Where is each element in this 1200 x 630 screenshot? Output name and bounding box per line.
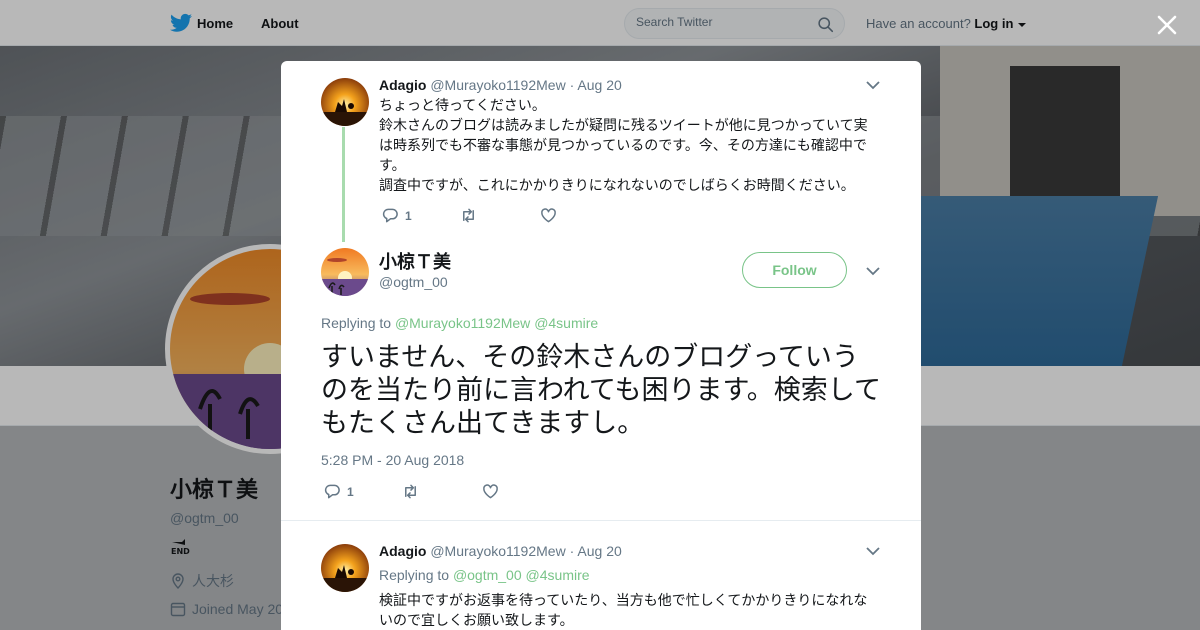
tweet-author-name[interactable]: Adagio	[379, 77, 426, 93]
like-button[interactable]	[540, 207, 557, 224]
retweet-button[interactable]	[402, 483, 482, 500]
chevron-down-icon[interactable]	[866, 80, 880, 90]
close-icon[interactable]	[1154, 12, 1180, 38]
tweet-author-name[interactable]: 小椋Ｔ美	[379, 248, 451, 274]
reply-icon[interactable]	[382, 207, 399, 224]
tweet-separator: ·	[569, 77, 575, 93]
tweet-text: 検証中ですがお返事を待っていたり、当方も他で忙しくてかかりきりになれないので宜し…	[379, 592, 868, 628]
mention-link[interactable]: @ogtm_00	[453, 567, 522, 583]
main-tweet-text: すいません、その鈴木さんのブログっていうのを当たり前に言われても困ります。検索し…	[321, 342, 881, 438]
chevron-down-icon[interactable]	[866, 266, 880, 276]
reply-icon[interactable]	[324, 483, 341, 500]
replying-to-label: Replying to	[379, 567, 450, 583]
retweet-icon[interactable]	[460, 207, 477, 224]
tweet-header: Adagio @Murayoko1192Mew · Aug 20	[379, 543, 622, 559]
reply-button[interactable]: 1	[324, 483, 402, 500]
tweet-actions: 1	[382, 207, 557, 224]
replying-to: Replying to @Murayoko1192Mew @4sumire	[321, 315, 598, 331]
tweet-author-handle[interactable]: @Murayoko1192Mew	[430, 77, 565, 93]
tweet-avatar-adagio[interactable]	[321, 544, 369, 592]
tweet-avatar-adagio[interactable]	[321, 78, 369, 126]
heart-icon[interactable]	[540, 207, 557, 224]
chevron-down-icon[interactable]	[866, 546, 880, 556]
mention-link[interactable]: @4sumire	[534, 315, 598, 331]
retweet-icon[interactable]	[402, 483, 419, 500]
tweet-text-line: 鈴木さんのブログは読みましたが疑問に残るツイートが他に見つかっていて実は時系列で…	[379, 117, 868, 173]
reply-count: 1	[405, 208, 412, 223]
retweet-button[interactable]	[460, 207, 540, 224]
follow-button[interactable]: Follow	[742, 252, 847, 288]
tweet-actions: 1	[324, 483, 499, 500]
tweet-permalink-modal: Adagio @Murayoko1192Mew · Aug 20 ちょっと待って…	[281, 61, 921, 630]
tweet-separator: ·	[569, 543, 575, 559]
mention-link[interactable]: @4sumire	[526, 567, 590, 583]
tweet-timestamp[interactable]: 5:28 PM - 20 Aug 2018	[321, 452, 464, 468]
reply-button[interactable]: 1	[382, 207, 460, 224]
tweet-author-name[interactable]: Adagio	[379, 543, 426, 559]
heart-icon[interactable]	[482, 483, 499, 500]
tweet-author-handle[interactable]: @Murayoko1192Mew	[430, 543, 565, 559]
replying-to: Replying to @ogtm_00 @4sumire	[379, 567, 590, 583]
reply-count: 1	[347, 484, 354, 499]
like-button[interactable]	[482, 483, 499, 500]
replying-to-label: Replying to	[321, 315, 392, 331]
mention-link[interactable]: @Murayoko1192Mew	[395, 315, 530, 331]
tweet-date[interactable]: Aug 20	[577, 77, 621, 93]
tweet-text-line: 調査中ですが、これにかかりきりになれないのでしばらくお時間ください。	[379, 177, 855, 193]
reply-divider	[281, 520, 921, 521]
tweet-date[interactable]: Aug 20	[577, 543, 621, 559]
tweet-avatar-ogtm[interactable]	[321, 248, 369, 296]
thread-connector-line	[342, 127, 345, 242]
tweet-header: Adagio @Murayoko1192Mew · Aug 20	[379, 77, 622, 93]
tweet-author-handle[interactable]: @ogtm_00	[379, 274, 448, 290]
tweet-text-line: ちょっと待ってください。	[379, 97, 546, 113]
tweet-text: ちょっと待ってください。 鈴木さんのブログは読みましたが疑問に残るツイートが他に…	[379, 95, 877, 195]
